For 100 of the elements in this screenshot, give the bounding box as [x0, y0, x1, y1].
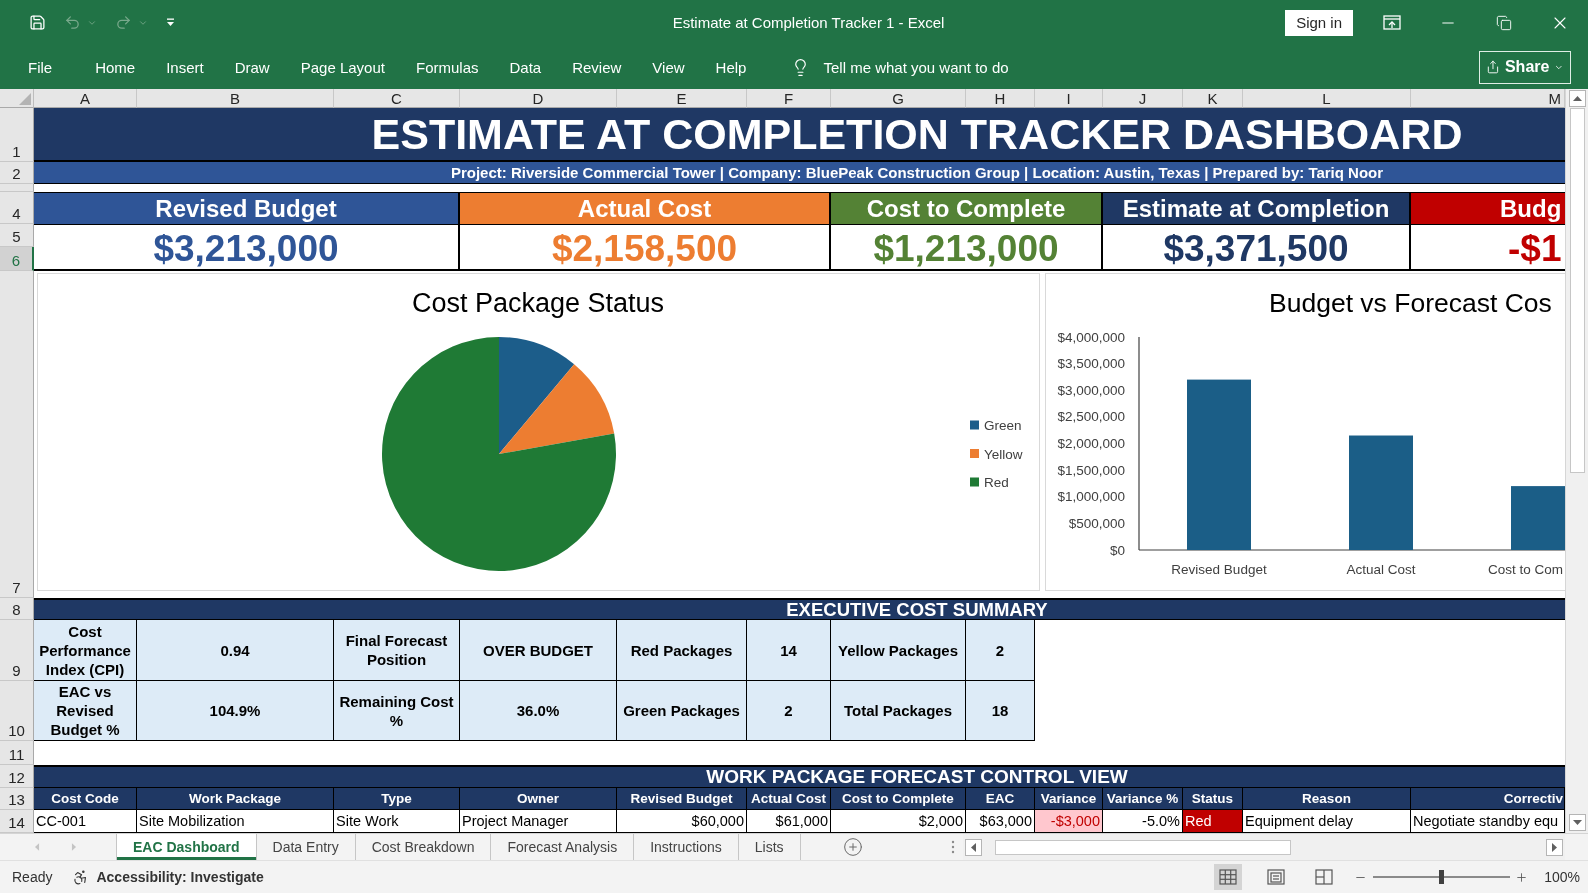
ribbon-tab[interactable]: Data [501, 53, 550, 81]
column-header[interactable]: H [966, 89, 1035, 108]
column-header[interactable]: A [34, 89, 137, 108]
column-header[interactable]: J [1103, 89, 1183, 108]
save-icon[interactable] [29, 14, 46, 31]
share-button[interactable]: Share [1479, 50, 1571, 84]
summary-cell: OVER BUDGET [460, 620, 617, 681]
column-heading: Work Package [137, 788, 334, 810]
share-icon [1486, 59, 1500, 75]
category-label: Revised Budget [1171, 562, 1267, 577]
row-header[interactable]: 13 [0, 788, 34, 810]
row-header[interactable]: 12 [0, 765, 34, 788]
axis-label: $2,000,000 [1057, 436, 1125, 451]
column-header[interactable]: C [334, 89, 460, 108]
ribbon-tab[interactable]: Draw [226, 53, 278, 81]
view-button[interactable] [1214, 864, 1243, 890]
row-header[interactable]: 8 [0, 598, 34, 620]
legend-label: Yellow [984, 446, 1023, 462]
ribbon-tab[interactable]: View [644, 53, 693, 81]
summary-cell: Yellow Packages [831, 620, 966, 681]
column-header[interactable]: I [1035, 89, 1103, 108]
category-label: Actual Cost [1346, 562, 1416, 577]
column-header[interactable]: D [460, 89, 617, 108]
restore-icon[interactable] [1496, 14, 1512, 31]
dashboard-title: ESTIMATE AT COMPLETION TRACKER DASHBOARD [34, 108, 1565, 162]
sign-in-button[interactable]: Sign in [1285, 9, 1353, 36]
ribbon-tab[interactable]: File [20, 53, 61, 81]
row-header[interactable]: 11 [0, 741, 34, 765]
arrow-left-icon[interactable] [965, 838, 982, 856]
chart-title: Cost Package Status [411, 288, 665, 318]
row-header[interactable]: 1 [0, 108, 34, 162]
summary-cell: Total Packages [831, 681, 966, 741]
column-header[interactable]: G [831, 89, 966, 108]
axis-label: $500,000 [1068, 515, 1125, 531]
chart-title: Budget vs Forecast Cos [1269, 288, 1552, 318]
box-arrow-up-icon[interactable] [1383, 15, 1401, 30]
column-heading: Cost Code [34, 788, 137, 810]
column-header[interactable]: E [617, 89, 747, 108]
row-header[interactable]: 2 [0, 162, 34, 184]
axis-label: $3,500,000 [1057, 356, 1125, 372]
arrow-right-icon[interactable] [1546, 838, 1563, 856]
row-header[interactable]: 6 [0, 247, 34, 271]
table-cell: -$3,000 [1035, 810, 1103, 833]
row-header[interactable]: 10 [0, 681, 34, 741]
summary-cell: 104.9% [137, 681, 334, 741]
kpi-value: -$1 [1411, 224, 1565, 271]
ribbon-tab[interactable]: Home [87, 53, 144, 81]
scroll-thumb[interactable] [1569, 108, 1585, 473]
section-header: WORK PACKAGE FORECAST CONTROL VIEW [34, 765, 1565, 788]
summary-cell: 2 [966, 620, 1035, 681]
column-heading: Type [334, 788, 460, 810]
zoom-in-icon[interactable] [1515, 870, 1529, 884]
column-header[interactable]: B [137, 89, 334, 108]
summary-cell: Cost Performance Index (CPI) [34, 620, 137, 681]
dropdown-icon[interactable] [166, 18, 175, 27]
table-cell: $61,000 [747, 810, 831, 833]
summary-cell: 18 [966, 681, 1035, 741]
add-sheet-icon[interactable] [842, 837, 863, 857]
axis-label: $1,500,000 [1057, 462, 1125, 478]
zoom-level: 100% [1544, 869, 1580, 885]
table-cell: CC-001 [34, 810, 137, 833]
ribbon-tab[interactable]: Page Layout [292, 53, 393, 81]
legend-swatch-icon [970, 477, 979, 487]
kpi-label: Revised Budget [34, 192, 460, 224]
column-heading: Variance % [1103, 788, 1183, 810]
summary-cell: Green Packages [617, 681, 747, 741]
section-header: EXECUTIVE COST SUMMARY [34, 598, 1565, 620]
column-heading: Actual Cost [747, 788, 831, 810]
column-header[interactable]: K [1183, 89, 1243, 108]
project-subtitle: Project: Riverside Commercial Tower | Company: BluePeak Construction Group | Location: Austin, Texas | Prepared by: Tariq Noor [34, 162, 1565, 184]
sheet-tab[interactable]: EAC Dashboard [117, 834, 257, 860]
row-header[interactable]: 7 [0, 271, 34, 598]
slider-thumb[interactable] [1439, 870, 1445, 884]
accessibility-button[interactable]: Accessibility: Investigate [72, 868, 264, 886]
table-cell: Site Mobilization [137, 810, 334, 833]
ribbon-tab[interactable]: Formulas [407, 53, 487, 81]
scroll-thumb[interactable] [995, 839, 1291, 855]
column-heading: Reason [1243, 788, 1411, 810]
summary-cell: EAC vs Revised Budget % [34, 681, 137, 741]
arrow-up-icon[interactable] [1568, 90, 1586, 107]
column-header[interactable]: M [1411, 89, 1565, 108]
tell-me-button[interactable]: Tell me what you want to do [791, 53, 1009, 81]
column-heading: Owner [460, 788, 617, 810]
column-header[interactable]: F [747, 89, 831, 108]
ribbon-tab[interactable]: Review [564, 53, 630, 81]
row-header[interactable]: 14 [0, 810, 34, 833]
row-header[interactable]: 5 [0, 224, 34, 247]
table-cell: $60,000 [617, 810, 747, 833]
row-header[interactable]: 4 [0, 192, 34, 224]
ribbon-tab[interactable]: Help [707, 53, 755, 81]
column-heading: Cost to Complete [831, 788, 966, 810]
row-header[interactable]: 9 [0, 620, 34, 681]
arrow-down-icon[interactable] [1568, 814, 1586, 831]
kpi-label: Actual Cost [460, 192, 831, 224]
category-label: Cost to Com [1487, 562, 1563, 577]
table-cell: Red [1183, 810, 1243, 833]
row-header[interactable] [0, 184, 34, 192]
splitter-handle-icon[interactable] [951, 840, 955, 854]
column-header[interactable]: L [1243, 89, 1411, 108]
ribbon-tab[interactable]: Insert [158, 53, 212, 81]
